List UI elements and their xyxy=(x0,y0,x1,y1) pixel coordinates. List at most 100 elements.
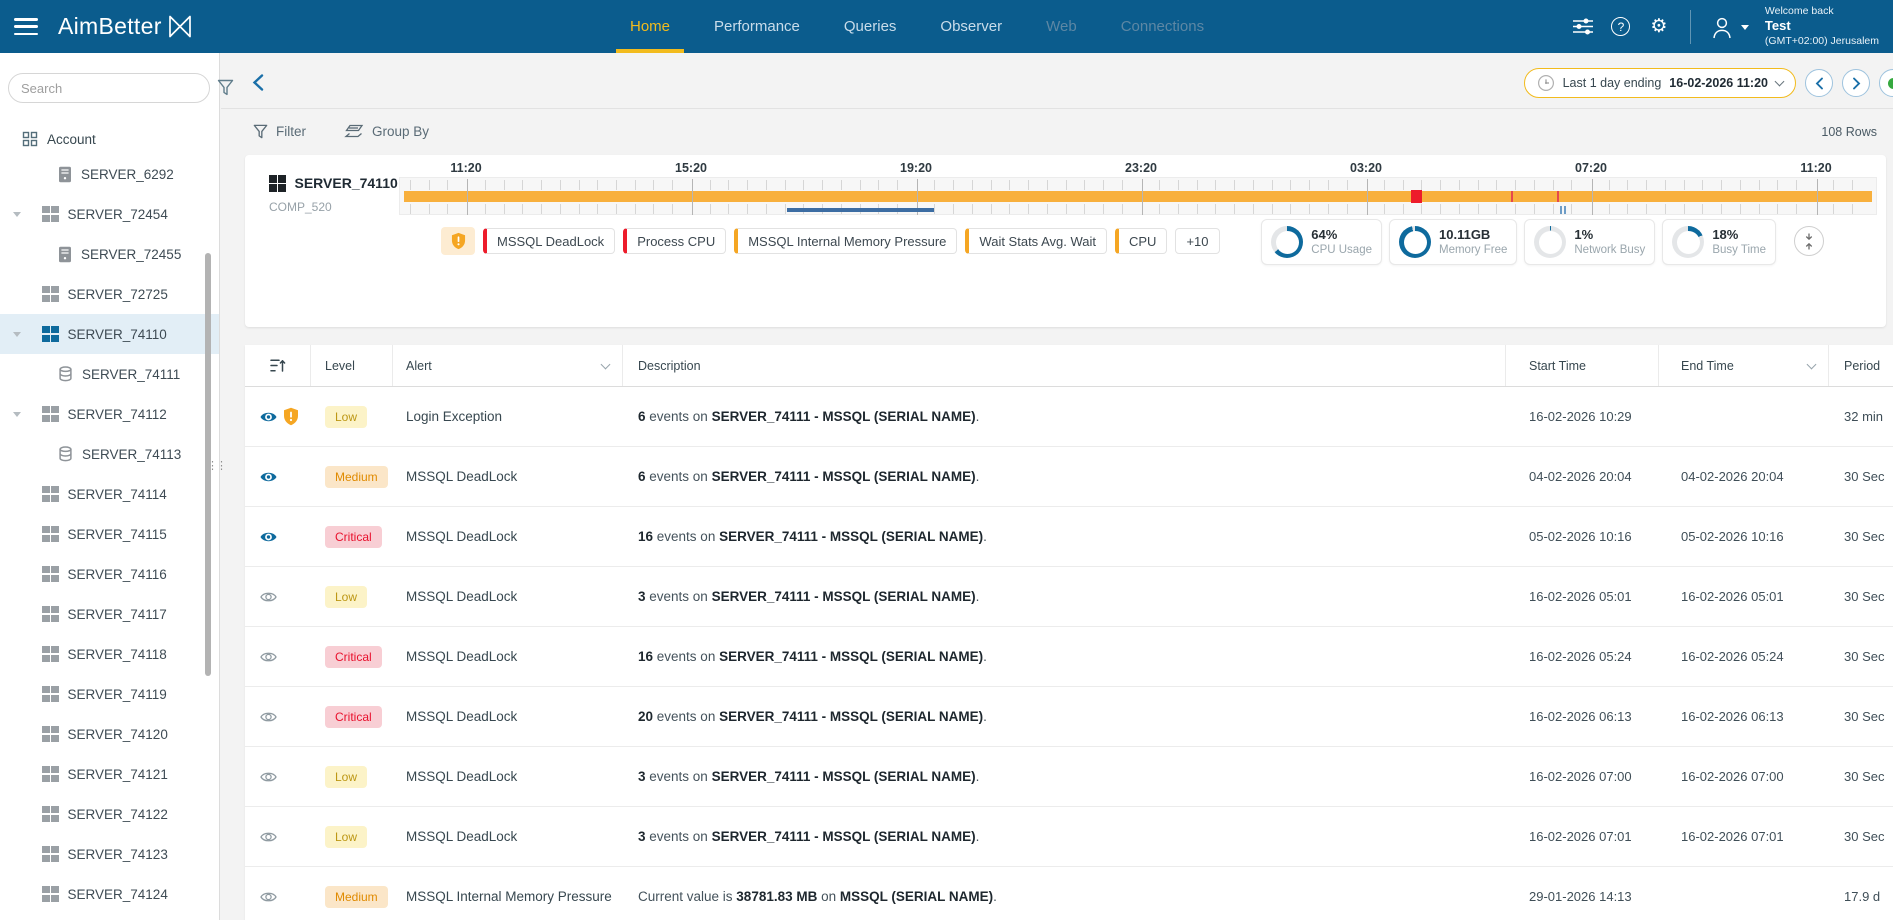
table-row[interactable]: Medium MSSQL Internal Memory Pressure Cu… xyxy=(245,867,1893,920)
nav-item-observer[interactable]: Observer xyxy=(932,0,1010,53)
eye-visible-icon[interactable] xyxy=(259,408,278,426)
help-icon[interactable]: ? xyxy=(1610,16,1632,38)
column-header-alert[interactable]: Alert xyxy=(393,345,623,386)
table-row[interactable]: Critical MSSQL DeadLock 16 events on SER… xyxy=(245,627,1893,687)
minor-tick xyxy=(579,204,580,214)
sidebar-item-server_74111[interactable]: SERVER_74111 xyxy=(0,354,219,394)
chevron-down-icon[interactable] xyxy=(13,412,21,417)
minor-tick xyxy=(710,204,711,214)
table-row[interactable]: Low Login Exception 6 events on SERVER_7… xyxy=(245,387,1893,447)
minor-tick xyxy=(1384,180,1385,190)
divider xyxy=(1690,10,1691,44)
gauge-ring xyxy=(1672,226,1704,258)
minor-tick xyxy=(953,204,954,214)
sidebar-item-server_74112[interactable]: SERVER_74112 xyxy=(0,394,219,434)
back-arrow-icon[interactable] xyxy=(252,74,264,91)
sidebar-item-server_74122[interactable]: SERVER_74122 xyxy=(0,794,219,834)
hamburger-menu-icon[interactable] xyxy=(14,18,38,35)
table-row[interactable]: Low MSSQL DeadLock 3 events on SERVER_74… xyxy=(245,747,1893,807)
sidebar-item-server_6292[interactable]: SERVER_6292 xyxy=(0,154,219,194)
eye-hidden-icon[interactable] xyxy=(259,828,278,846)
sidebar-item-label: SERVER_74123 xyxy=(68,847,168,862)
prev-period-button[interactable] xyxy=(1805,69,1833,97)
eye-visible-icon[interactable] xyxy=(259,528,278,546)
column-header-level[interactable]: Level xyxy=(311,345,393,386)
timeline-cursor-marker[interactable] xyxy=(1560,206,1566,214)
sidebar-resize-grip[interactable]: ⋮⋮ xyxy=(207,461,225,472)
grid-icon xyxy=(22,131,38,147)
sidebar-item-server_74115[interactable]: SERVER_74115 xyxy=(0,514,219,554)
sidebar-item-server_74121[interactable]: SERVER_74121 xyxy=(0,754,219,794)
sort-column-header[interactable] xyxy=(245,345,311,386)
alert-tag-mssql-internal-memory-pressure[interactable]: MSSQL Internal Memory Pressure xyxy=(734,228,957,254)
nav-item-performance[interactable]: Performance xyxy=(706,0,808,53)
sidebar-item-server_74113[interactable]: SERVER_74113 xyxy=(0,434,219,474)
eye-hidden-icon[interactable] xyxy=(259,648,278,666)
table-row[interactable]: Medium MSSQL DeadLock 6 events on SERVER… xyxy=(245,447,1893,507)
minor-tick xyxy=(1122,204,1123,214)
sidebar-item-server_74119[interactable]: SERVER_74119 xyxy=(0,674,219,714)
nav-item-web[interactable]: Web xyxy=(1038,0,1085,53)
filter-funnel-icon[interactable] xyxy=(217,79,234,97)
timeline-selection-bar[interactable] xyxy=(787,208,934,212)
collapse-panel-button[interactable] xyxy=(1794,226,1824,256)
eye-hidden-icon[interactable] xyxy=(259,888,278,906)
sidebar-item-server_72454[interactable]: SERVER_72454 xyxy=(0,194,219,234)
chevron-down-icon[interactable] xyxy=(13,332,21,337)
sidebar-item-server_74123[interactable]: SERVER_74123 xyxy=(0,834,219,874)
sidebar-item-server_72725[interactable]: SERVER_72725 xyxy=(0,274,219,314)
column-header-description[interactable]: Description xyxy=(623,345,1506,386)
filter-button[interactable]: Filter xyxy=(253,124,306,140)
sidebar-item-server_74120[interactable]: SERVER_74120 xyxy=(0,714,219,754)
timeline-strip[interactable] xyxy=(399,177,1877,215)
alert-description: 6 events on SERVER_74111 - MSSQL (SERIAL… xyxy=(623,469,1506,484)
sidebar-item-server_74124[interactable]: SERVER_74124 xyxy=(0,874,219,914)
sidebar-item-server_74110[interactable]: SERVER_74110 xyxy=(0,314,219,354)
sidebar-item-server_72455[interactable]: SERVER_72455 xyxy=(0,234,219,274)
critical-incident-marker[interactable] xyxy=(1411,190,1422,203)
minor-tick xyxy=(991,204,992,214)
column-header-end-time[interactable]: End Time xyxy=(1659,345,1829,386)
alerts-shield-chip[interactable] xyxy=(441,227,475,255)
date-range-picker[interactable]: Last 1 day ending 16-02-2026 11:20 xyxy=(1524,68,1796,98)
search-input[interactable] xyxy=(8,73,210,103)
chevron-down-icon[interactable] xyxy=(1807,359,1817,369)
minor-tick xyxy=(710,180,711,190)
sidebar-item-account[interactable]: Account xyxy=(0,124,219,154)
chevron-down-icon[interactable] xyxy=(13,212,21,217)
alert-tag-mssql-deadlock[interactable]: MSSQL DeadLock xyxy=(483,228,615,254)
sidebar-item-server_74116[interactable]: SERVER_74116 xyxy=(0,554,219,594)
chevron-down-icon[interactable] xyxy=(601,359,611,369)
minor-tick xyxy=(1084,180,1085,190)
alert-tag-process-cpu[interactable]: Process CPU xyxy=(623,228,726,254)
user-menu[interactable] xyxy=(1711,15,1749,39)
column-header-start-time[interactable]: Start Time xyxy=(1506,345,1659,386)
live-record-button[interactable] xyxy=(1879,69,1893,97)
minor-tick xyxy=(1290,180,1291,190)
alert-tag-cpu[interactable]: CPU xyxy=(1115,228,1167,254)
next-period-button[interactable] xyxy=(1842,69,1870,97)
table-row[interactable]: Critical MSSQL DeadLock 20 events on SER… xyxy=(245,687,1893,747)
nav-item-connections[interactable]: Connections xyxy=(1113,0,1212,53)
table-row[interactable]: Critical MSSQL DeadLock 16 events on SER… xyxy=(245,507,1893,567)
minor-tick xyxy=(653,204,654,214)
eye-hidden-icon[interactable] xyxy=(259,708,278,726)
tune-sliders-icon[interactable] xyxy=(1572,16,1594,38)
table-row[interactable]: Low MSSQL DeadLock 3 events on SERVER_74… xyxy=(245,567,1893,627)
sidebar-item-server_74117[interactable]: SERVER_74117 xyxy=(0,594,219,634)
sidebar-item-server_74114[interactable]: SERVER_74114 xyxy=(0,474,219,514)
alert-tag--10[interactable]: +10 xyxy=(1175,228,1219,254)
column-header-period[interactable]: Period xyxy=(1829,345,1893,386)
nav-item-queries[interactable]: Queries xyxy=(836,0,905,53)
nav-item-label: Performance xyxy=(714,18,800,35)
eye-visible-icon[interactable] xyxy=(259,468,278,486)
sidebar-item-server_74118[interactable]: SERVER_74118 xyxy=(0,634,219,674)
group-by-button[interactable]: Group By xyxy=(344,124,429,139)
alert-tag-wait-stats-avg-wait[interactable]: Wait Stats Avg. Wait xyxy=(965,228,1107,254)
nav-item-home[interactable]: Home xyxy=(622,0,678,53)
table-row[interactable]: Low MSSQL DeadLock 3 events on SERVER_74… xyxy=(245,807,1893,867)
eye-hidden-icon[interactable] xyxy=(259,588,278,606)
gear-icon[interactable]: ⚙ xyxy=(1648,16,1670,38)
minor-tick xyxy=(1515,204,1516,214)
eye-hidden-icon[interactable] xyxy=(259,768,278,786)
